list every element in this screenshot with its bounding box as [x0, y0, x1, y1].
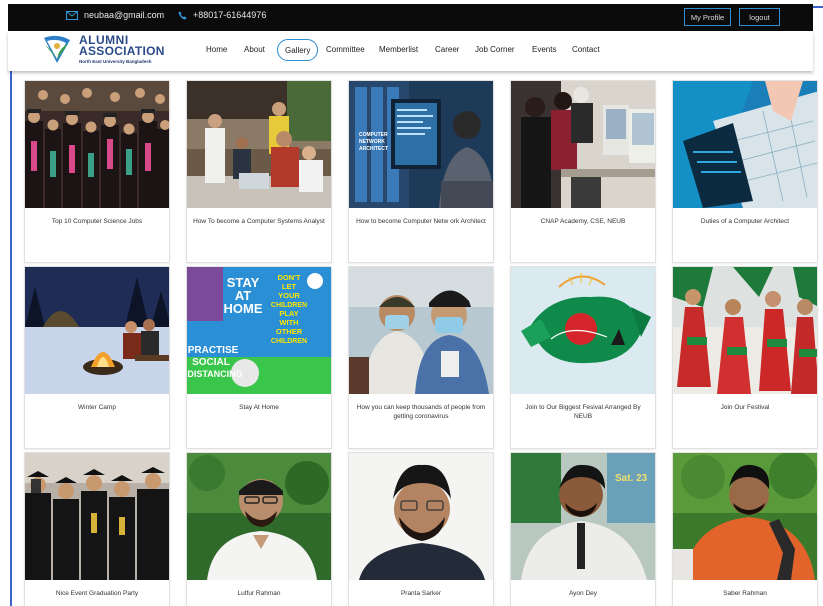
- nav-gallery[interactable]: Gallery: [277, 39, 319, 61]
- gallery-card[interactable]: STAY AT HOME DON'T LET YOUR CHILDREN PLA…: [186, 266, 332, 449]
- email-contact[interactable]: neubaa@gmail.com: [66, 10, 164, 20]
- svg-text:YOUR: YOUR: [278, 291, 300, 300]
- nav-job-corner[interactable]: Job Corner: [475, 45, 515, 54]
- gallery-caption: Top 10 Computer Science Jobs: [51, 218, 143, 225]
- nav-home[interactable]: Home: [206, 45, 227, 54]
- gallery-card[interactable]: Join to Our Biggest Fesival Arranged By …: [510, 266, 656, 449]
- gallery-card[interactable]: Duties of a Computer Architect: [672, 80, 818, 263]
- gallery-card[interactable]: Top 10 Computer Science Jobs: [24, 80, 170, 263]
- svg-text:DON'T: DON'T: [277, 273, 300, 282]
- svg-text:PRACTISE: PRACTISE: [188, 345, 239, 356]
- svg-text:DISTANCING: DISTANCING: [187, 369, 242, 379]
- gallery-card[interactable]: COMPUTER NETWORK ARCHITECT How to become C…: [348, 80, 494, 263]
- nav-about[interactable]: About: [244, 45, 265, 54]
- gallery-image: [187, 81, 331, 208]
- phone-icon: [178, 10, 187, 20]
- gallery-card[interactable]: Sat. 23 Ayon Dey: [510, 452, 656, 606]
- gallery-card[interactable]: CNAP Academy, CSE, NEUB: [510, 80, 656, 263]
- gallery-image: [187, 453, 331, 580]
- gallery-image: [511, 81, 655, 208]
- gallery-caption: Ayon Dey: [568, 590, 598, 597]
- gallery-caption: Duties of a Computer Architect: [700, 218, 790, 225]
- gallery-image: COMPUTER NETWORK ARCHITECT: [349, 81, 493, 208]
- gallery-caption: How to become Computer Netw ork Architec…: [356, 218, 486, 225]
- logo-title-line2: ASSOCIATION: [79, 44, 165, 58]
- gallery-card[interactable]: Pranta Sarker: [348, 452, 494, 606]
- svg-text:HOME: HOME: [224, 301, 263, 316]
- gallery-image: [25, 81, 169, 208]
- svg-text:LET: LET: [282, 282, 297, 291]
- gallery-caption: Nice Event Graduation Party: [55, 590, 139, 597]
- gallery-card[interactable]: Winter Camp: [24, 266, 170, 449]
- gallery-caption: Stay At Home: [239, 404, 279, 411]
- nav-career[interactable]: Career: [435, 45, 459, 54]
- gallery-card[interactable]: Nice Event Graduation Party: [24, 452, 170, 606]
- gallery-image: [25, 267, 169, 394]
- gallery-caption: Pranta Sarker: [400, 590, 442, 597]
- gallery-card[interactable]: How To become a Computer Systems Analyst: [186, 80, 332, 263]
- gallery-image: [349, 267, 493, 394]
- alumni-logo[interactable]: ALUMNI ASSOCIATION North East University…: [41, 34, 171, 68]
- svg-text:PLAY: PLAY: [279, 309, 298, 318]
- nav-bar: ALUMNI ASSOCIATION North East University…: [8, 31, 813, 71]
- nav-committee[interactable]: Committee: [326, 45, 365, 54]
- gallery-caption: Winter Camp: [78, 404, 116, 411]
- gallery-caption: Lutfur Rahman: [237, 590, 281, 597]
- phone-text: +88017-61644976: [193, 10, 267, 20]
- svg-text:CHILDREN: CHILDREN: [271, 302, 307, 309]
- gallery-image: [673, 453, 817, 580]
- gallery-image: [511, 267, 655, 394]
- my-profile-button[interactable]: My Profile: [684, 8, 731, 26]
- logo-subtitle: North East University Bangladesh: [79, 59, 152, 64]
- svg-text:OTHER: OTHER: [276, 327, 303, 336]
- gallery-card[interactable]: Saber Rahman: [672, 452, 818, 606]
- mail-icon: [66, 10, 78, 20]
- logout-button[interactable]: logout: [739, 8, 780, 26]
- phone-contact[interactable]: +88017-61644976: [178, 10, 266, 20]
- svg-text:CHILDREN: CHILDREN: [271, 338, 307, 345]
- email-text: neubaa@gmail.com: [84, 10, 165, 20]
- gallery-image: Sat. 23: [511, 453, 655, 580]
- gallery-image: STAY AT HOME DON'T LET YOUR CHILDREN PLA…: [187, 267, 331, 394]
- alumni-emblem-icon: [44, 35, 70, 63]
- svg-text:Sat. 23: Sat. 23: [615, 473, 648, 484]
- gallery-card[interactable]: Lutfur Rahman: [186, 452, 332, 606]
- gallery-caption: Join Our Festival: [720, 404, 770, 411]
- gallery-caption: Saber Rahman: [723, 590, 767, 597]
- gallery-image: [349, 453, 493, 580]
- gallery-image: [673, 267, 817, 394]
- nav-memberlist[interactable]: Memberlist: [379, 45, 418, 54]
- top-bar: neubaa@gmail.com +88017-61644976 My Prof…: [8, 4, 813, 31]
- gallery-image: [25, 453, 169, 580]
- svg-text:ARCHITECT: ARCHITECT: [359, 146, 388, 152]
- svg-text:WITH: WITH: [279, 318, 298, 327]
- gallery-card[interactable]: How you can keep thousands of people fro…: [348, 266, 494, 449]
- gallery-image: [673, 81, 817, 208]
- gallery-caption: CNAP Academy, CSE, NEUB: [540, 218, 626, 225]
- svg-text:COMPUTER: COMPUTER: [359, 132, 388, 138]
- gallery-card[interactable]: Join Our Festival: [672, 266, 818, 449]
- svg-text:SOCIAL: SOCIAL: [192, 357, 230, 368]
- gallery-caption: How you can keep thousands of people fro…: [356, 404, 486, 420]
- nav-events[interactable]: Events: [532, 45, 556, 54]
- nav-contact[interactable]: Contact: [572, 45, 600, 54]
- gallery-caption: Join to Our Biggest Fesival Arranged By …: [525, 404, 641, 420]
- gallery-caption: How To become a Computer Systems Analyst: [193, 218, 325, 225]
- svg-text:NETWORK: NETWORK: [359, 139, 385, 145]
